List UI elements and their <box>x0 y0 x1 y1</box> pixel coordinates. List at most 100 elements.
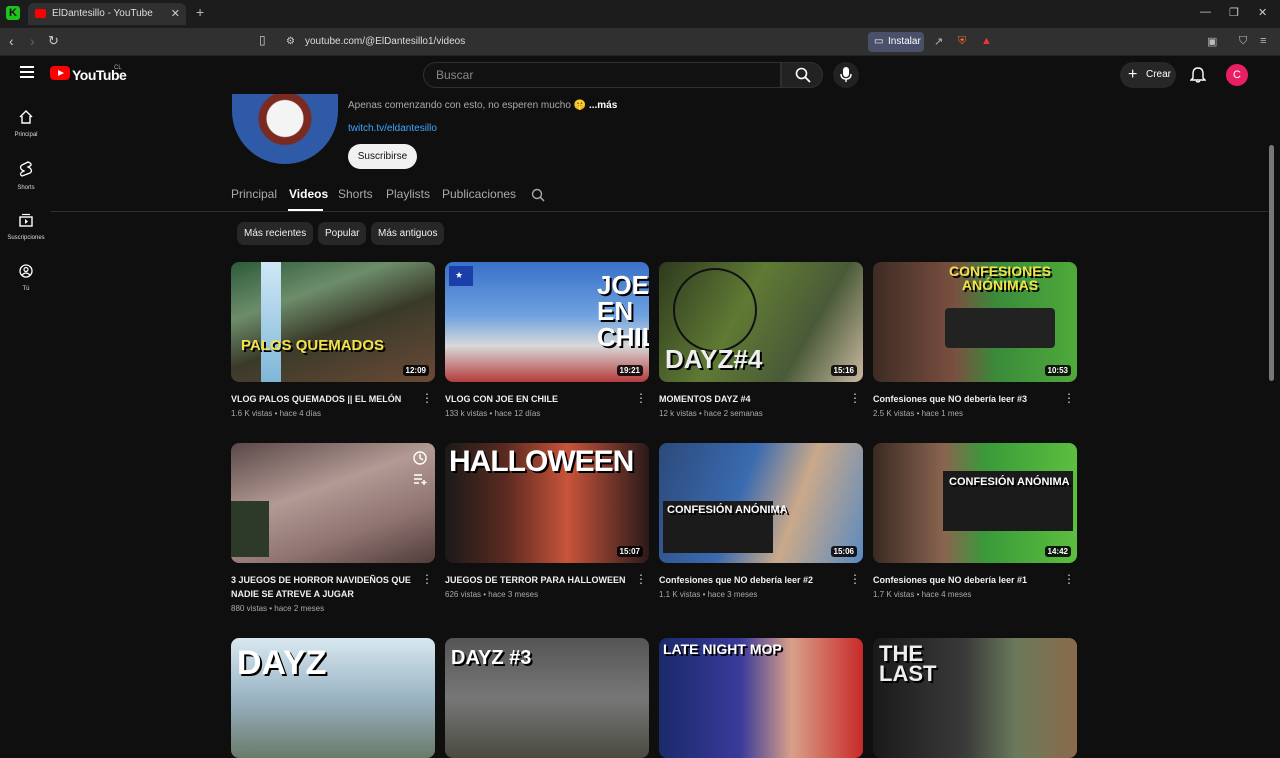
video-duration: 14:42 <box>1044 546 1071 557</box>
create-button[interactable]: + Crear <box>1120 62 1176 88</box>
close-window-icon[interactable]: ✕ <box>1258 6 1267 19</box>
home-icon <box>19 110 33 124</box>
video-thumbnail[interactable]: CONFESIÓN ANÓNIMA 15:06 <box>659 443 863 563</box>
thumbnail-text: CONFESIONES ANÓNIMAS <box>949 263 1051 293</box>
notifications-icon[interactable] <box>1190 67 1206 83</box>
filter-chip-recent[interactable]: Más recientes <box>237 222 314 245</box>
browser-tab[interactable]: ElDantesillo - YouTube ✕ <box>28 3 186 25</box>
video-title[interactable]: MOMENTOS DAYZ #4 <box>659 392 845 406</box>
browser-menu-icon[interactable]: ≡ <box>1260 35 1266 47</box>
youtube-logo-icon[interactable] <box>50 66 70 80</box>
video-title[interactable]: VLOG PALOS QUEMADOS || EL MELÓN <box>231 392 417 406</box>
forward-icon[interactable]: › <box>30 33 35 49</box>
channel-description[interactable]: Apenas comenzando con esto, no esperen m… <box>348 100 617 111</box>
site-info-icon[interactable]: ⚙ <box>286 36 295 47</box>
upload-age: hace 3 meses <box>707 590 758 599</box>
video-duration: 19:21 <box>616 365 643 376</box>
video-meta: 880 vistas • hace 2 meses <box>231 604 325 613</box>
watch-later-icon[interactable] <box>413 451 427 465</box>
video-thumbnail[interactable]: THE LAST <box>873 638 1077 758</box>
tab-playlists[interactable]: Playlists <box>386 187 430 201</box>
browser-tab-title: ElDantesillo - YouTube <box>52 8 153 19</box>
menu-icon[interactable] <box>20 66 34 78</box>
search-button[interactable] <box>781 62 823 88</box>
video-title[interactable]: 3 JUEGOS DE HORROR NAVIDEÑOS QUE NADIE S… <box>231 573 417 601</box>
video-duration: 15:16 <box>830 365 857 376</box>
you-icon <box>19 264 33 278</box>
sidebar-item-suscripciones[interactable]: Suscripciones <box>0 213 52 241</box>
voice-search-button[interactable] <box>833 62 859 88</box>
tabs-divider <box>50 211 1268 212</box>
tab-shorts[interactable]: Shorts <box>338 187 373 201</box>
reload-icon[interactable]: ↻ <box>48 33 59 49</box>
thumbnail-text: CONFESIÓN ANÓNIMA <box>667 504 788 516</box>
thumbnail-text: LATE NIGHT MOP <box>663 641 782 657</box>
country-code: CL <box>114 65 122 71</box>
share-icon[interactable]: ↗ <box>934 35 943 48</box>
video-thumbnail[interactable]: ★ JOE EN CHILE 19:21 <box>445 262 649 382</box>
video-thumbnail[interactable]: DAYZ <box>231 638 435 758</box>
maximize-icon[interactable]: ❐ <box>1229 6 1239 19</box>
sidebar-toggle-icon[interactable]: ▣ <box>1207 35 1217 48</box>
channel-search-icon[interactable] <box>531 188 545 202</box>
more-options-icon[interactable]: ⋮ <box>635 573 647 585</box>
video-title[interactable]: VLOG CON JOE EN CHILE <box>445 392 631 406</box>
view-count: 2.5 K vistas <box>873 409 915 418</box>
brave-shield-icon[interactable]: ⛨ <box>958 35 966 48</box>
video-thumbnail[interactable] <box>231 443 435 563</box>
video-thumbnail[interactable]: CONFESIÓN ANÓNIMA 14:42 <box>873 443 1077 563</box>
thumbnail-text: DAYZ <box>237 644 327 682</box>
filter-chip-oldest[interactable]: Más antiguos <box>371 222 445 245</box>
more-options-icon[interactable]: ⋮ <box>849 573 861 585</box>
video-thumbnail[interactable]: DAYZ #3 <box>445 638 649 758</box>
filter-chip-popular[interactable]: Popular <box>318 222 367 245</box>
channel-link[interactable]: twitch.tv/eldantesillo <box>348 123 437 134</box>
sidebar-item-label: Shorts <box>17 185 35 191</box>
upload-age: hace 2 meses <box>274 604 325 613</box>
tab-publicaciones[interactable]: Publicaciones <box>442 187 516 201</box>
address-bar[interactable]: youtube.com/@ElDantesillo1/videos <box>305 36 465 47</box>
more-options-icon[interactable]: ⋮ <box>635 392 647 404</box>
account-avatar[interactable]: C <box>1226 64 1248 86</box>
subscribe-button[interactable]: Suscribirse <box>348 144 417 169</box>
shorts-icon <box>19 161 33 177</box>
video-thumbnail[interactable]: LATE NIGHT MOP <box>659 638 863 758</box>
search-input[interactable]: Buscar <box>423 62 781 88</box>
sidebar-item-principal[interactable]: Principal <box>0 110 52 138</box>
close-tab-icon[interactable]: ✕ <box>171 3 180 25</box>
sidebar-item-tu[interactable]: Tú <box>0 264 52 292</box>
video-title[interactable]: Confesiones que NO debería leer #2 <box>659 573 845 587</box>
thumbnail-text: DAYZ #3 <box>451 647 532 669</box>
sidebar-item-shorts[interactable]: Shorts <box>0 161 52 191</box>
more-options-icon[interactable]: ⋮ <box>421 573 433 585</box>
more-options-icon[interactable]: ⋮ <box>1063 573 1075 585</box>
more-link[interactable]: ...más <box>589 100 617 111</box>
video-thumbnail[interactable]: HALLOWEEN 15:07 <box>445 443 649 563</box>
view-count: 626 vistas <box>445 590 482 599</box>
video-thumbnail[interactable]: PALOS QUEMADOS 12:09 <box>231 262 435 382</box>
more-options-icon[interactable]: ⋮ <box>1063 392 1075 404</box>
back-icon[interactable]: ‹ <box>9 33 14 49</box>
video-thumbnail[interactable]: DAYZ#4 15:16 <box>659 262 863 382</box>
video-title[interactable]: Confesiones que NO debería leer #3 <box>873 392 1059 406</box>
channel-avatar[interactable] <box>232 94 338 164</box>
more-options-icon[interactable]: ⋮ <box>421 392 433 404</box>
more-options-icon[interactable]: ⋮ <box>849 392 861 404</box>
bookmark-icon[interactable]: ▯ <box>259 33 266 47</box>
video-title[interactable]: Confesiones que NO debería leer #1 <box>873 573 1059 587</box>
tab-principal[interactable]: Principal <box>231 187 277 201</box>
rewards-icon[interactable]: ▲ <box>981 35 992 47</box>
vpn-icon[interactable]: ⛉ <box>1239 35 1247 48</box>
youtube-favicon-icon <box>35 9 46 18</box>
video-meta: 626 vistas • hace 3 meses <box>445 590 539 599</box>
video-thumbnail[interactable]: CONFESIONES ANÓNIMAS 10:53 <box>873 262 1077 382</box>
install-button[interactable]: ▭ Instalar <box>868 32 924 52</box>
tab-videos[interactable]: Videos <box>289 187 328 201</box>
page-scrollbar[interactable] <box>1269 145 1274 381</box>
video-title[interactable]: JUEGOS DE TERROR PARA HALLOWEEN <box>445 573 631 587</box>
view-count: 12 k vistas <box>659 409 697 418</box>
new-tab-icon[interactable]: + <box>196 4 204 20</box>
plus-icon: + <box>1128 66 1138 83</box>
add-to-queue-icon[interactable] <box>413 473 427 485</box>
minimize-icon[interactable]: — <box>1200 6 1211 18</box>
